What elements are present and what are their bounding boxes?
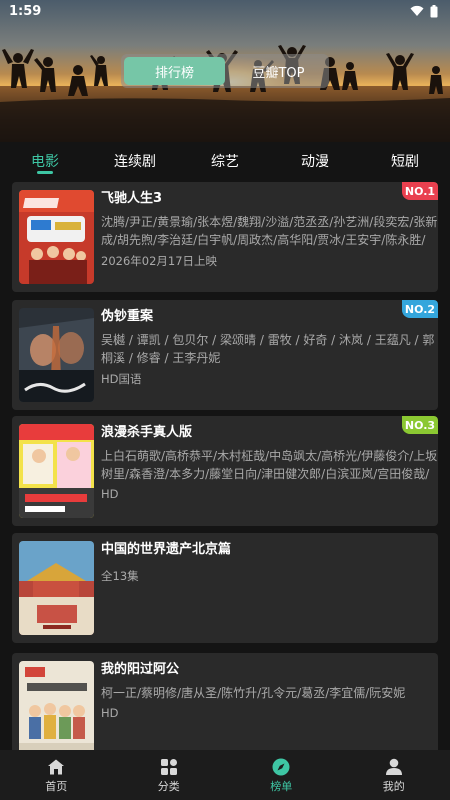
- poster-image: [19, 661, 94, 755]
- rank-badge: NO.3: [402, 416, 438, 434]
- bottom-nav: 首页 分类 榜单 我的: [0, 750, 450, 800]
- item-cast: 柯一正/蔡明修/唐从圣/陈竹升/孔令元/葛丞/李宜儒/阮安妮: [101, 686, 406, 700]
- toggle-douban-top[interactable]: 豆瓣TOP: [228, 54, 329, 88]
- nav-category-label: 分类: [157, 780, 180, 793]
- tab-short-drama[interactable]: 短剧: [360, 142, 450, 178]
- battery-icon: [430, 4, 438, 17]
- item-meta: 2026年02月17日上映: [101, 254, 218, 268]
- item-meta: 全13集: [101, 569, 139, 583]
- category-tabs: 电影 连续剧 综艺 动漫 短剧: [0, 142, 450, 178]
- tab-movie[interactable]: 电影: [0, 142, 90, 178]
- header-banner: 1:59 排行榜 豆瓣TOP: [0, 0, 450, 142]
- item-cast: 吴樾 / 谭凯 / 包贝尔 / 梁颂晴 / 雷牧 / 好奇 / 沐岚 / 王蕴凡…: [101, 333, 435, 365]
- nav-home[interactable]: 首页: [0, 750, 113, 800]
- status-time: 1:59: [9, 3, 42, 19]
- item-cast: 上白石萌歌/高桥恭平/木村柾哉/中岛飒太/高桥光/伊藤俊介/上坂树里/森香澄/本…: [101, 449, 438, 481]
- item-cast: 沈腾/尹正/黄景瑜/张本煜/魏翔/沙溢/范丞丞/孙艺洲/段奕宏/张新成/胡先煦/…: [101, 215, 438, 247]
- poster-image: [19, 424, 94, 518]
- list-item[interactable]: 我的阳过阿公 柯一正/蔡明修/唐从圣/陈竹升/孔令元/葛丞/李宜儒/阮安妮 HD: [12, 653, 438, 763]
- toggle-ranking[interactable]: 排行榜: [124, 57, 225, 85]
- wifi-icon: [410, 5, 424, 16]
- item-title: 飞驰人生3: [101, 191, 163, 206]
- tab-anime[interactable]: 动漫: [270, 142, 360, 178]
- nav-category[interactable]: 分类: [113, 750, 226, 800]
- item-title: 中国的世界遗产北京篇: [101, 542, 232, 557]
- nav-mine-label: 我的: [382, 780, 405, 793]
- status-bar: 1:59: [0, 0, 450, 22]
- rank-badge: NO.2: [402, 300, 438, 318]
- item-title: 我的阳过阿公: [101, 662, 180, 677]
- home-icon: [48, 759, 65, 775]
- compass-icon: [272, 758, 290, 776]
- list-item[interactable]: 浪漫杀手真人版 上白石萌歌/高桥恭平/木村柾哉/中岛飒太/高桥光/伊藤俊介/上坂…: [12, 416, 438, 526]
- nav-mine[interactable]: 我的: [338, 750, 450, 800]
- list-item[interactable]: 飞驰人生3 沈腾/尹正/黄景瑜/张本煜/魏翔/沙溢/范丞丞/孙艺洲/段奕宏/张新…: [12, 182, 438, 292]
- grid-icon: [160, 759, 177, 775]
- poster-image: [19, 190, 94, 284]
- nav-ranking[interactable]: 榜单: [225, 750, 338, 800]
- item-meta: HD国语: [101, 372, 142, 386]
- list-item[interactable]: 中国的世界遗产北京篇 全13集: [12, 533, 438, 643]
- nav-home-label: 首页: [45, 780, 68, 793]
- poster-image: [19, 541, 94, 635]
- nav-ranking-label: 榜单: [270, 780, 293, 793]
- item-title: 浪漫杀手真人版: [101, 425, 193, 440]
- poster-image: [19, 308, 94, 402]
- item-title: 伪钞重案: [101, 309, 154, 324]
- rank-badge: NO.1: [402, 182, 438, 200]
- ranking-source-toggle: 排行榜 豆瓣TOP: [121, 54, 329, 88]
- tab-variety[interactable]: 综艺: [180, 142, 270, 178]
- tab-series[interactable]: 连续剧: [90, 142, 180, 178]
- person-icon: [385, 758, 402, 775]
- item-meta: HD: [101, 706, 119, 720]
- list-item[interactable]: 伪钞重案 吴樾 / 谭凯 / 包贝尔 / 梁颂晴 / 雷牧 / 好奇 / 沐岚 …: [12, 300, 438, 410]
- item-meta: HD: [101, 487, 119, 501]
